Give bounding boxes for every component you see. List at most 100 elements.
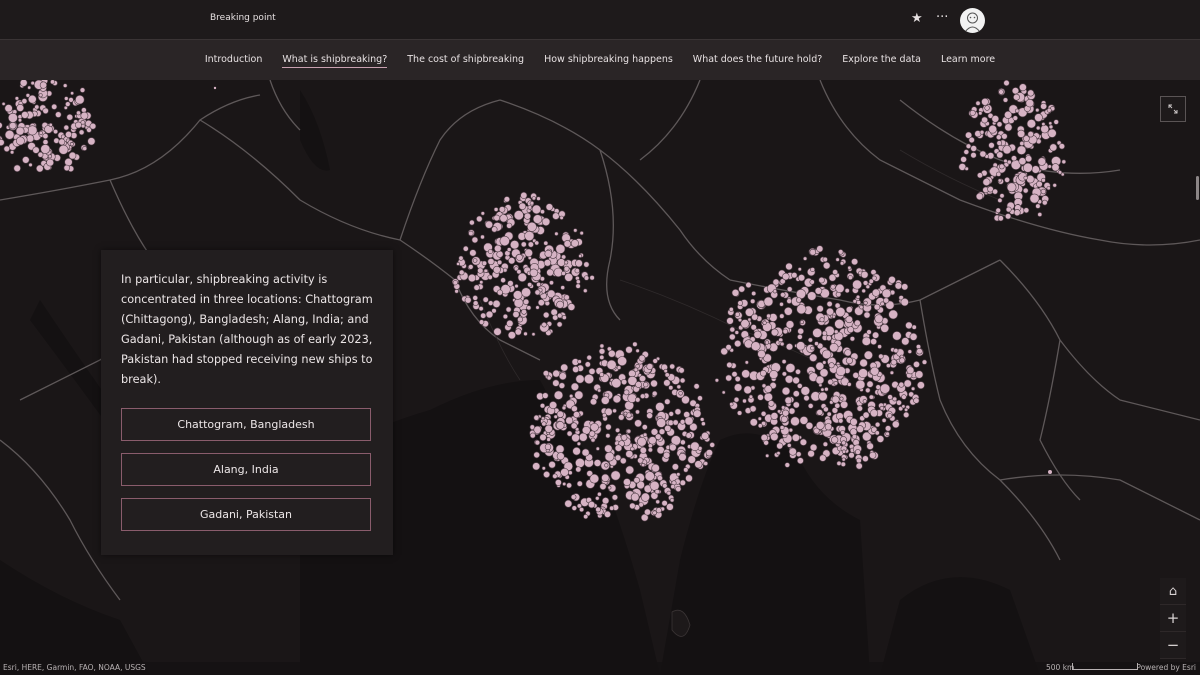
vessel-dot — [883, 297, 890, 304]
vessel-dot — [796, 304, 807, 315]
vessel-dot — [968, 136, 975, 144]
nav-learn-more[interactable]: Learn more — [931, 40, 1005, 80]
section-nav: Introduction What is shipbreaking? The c… — [0, 40, 1200, 80]
vessel-dot — [911, 324, 917, 330]
nav-explore-data[interactable]: Explore the data — [832, 40, 931, 80]
chattogram-button[interactable]: Chattogram, Bangladesh — [121, 408, 371, 441]
alang-button[interactable]: Alang, India — [121, 453, 371, 486]
vessel-dot — [863, 300, 868, 306]
vessel-dot — [680, 439, 686, 446]
vessel-dot — [521, 287, 531, 298]
vessel-dot — [588, 367, 596, 375]
vessel-dot — [693, 409, 702, 418]
vessel-dot — [604, 451, 615, 462]
nav-cost-of-shipbreaking[interactable]: The cost of shipbreaking — [397, 40, 534, 80]
vessel-dot — [1013, 209, 1021, 216]
vessel-dot — [870, 338, 877, 345]
attribution-text[interactable]: Esri, HERE, Garmin, FAO, NOAA, USGS — [3, 663, 146, 672]
vessel-dot — [807, 403, 814, 409]
vessel-dot — [539, 403, 546, 409]
vessel-dot — [819, 368, 829, 378]
vessel-dot — [846, 382, 852, 387]
vessel-dot — [66, 113, 74, 121]
vessel-dot — [617, 356, 627, 366]
vessel-dot — [799, 438, 808, 446]
scrollbar-thumb[interactable] — [1196, 176, 1199, 200]
vessel-dot — [760, 434, 768, 442]
vessel-dot — [541, 416, 545, 421]
vessel-dot — [866, 380, 874, 388]
vessel-dot — [788, 447, 797, 456]
nav-introduction[interactable]: Introduction — [195, 40, 273, 80]
vessel-dot — [80, 123, 86, 129]
vessel-dot — [563, 240, 572, 248]
nav-future[interactable]: What does the future hold? — [683, 40, 832, 80]
vessel-dot — [965, 143, 972, 149]
nav-what-is-shipbreaking[interactable]: What is shipbreaking? — [272, 40, 397, 80]
zoom-out-button[interactable]: − — [1160, 632, 1186, 659]
star-icon[interactable]: ★ — [911, 11, 923, 26]
vessel-dot — [518, 202, 527, 211]
vessel-dot — [58, 144, 69, 155]
vessel-dot — [1048, 124, 1054, 130]
vessel-dot — [560, 285, 566, 290]
vessel-dot — [866, 442, 874, 450]
vessel-dot — [822, 256, 828, 263]
vessel-dot — [802, 256, 808, 261]
vessel-dot — [837, 249, 844, 255]
vessel-dot — [79, 87, 86, 93]
nav-how-shipbreaking-happens[interactable]: How shipbreaking happens — [534, 40, 683, 80]
vessel-dot — [879, 383, 891, 394]
vessel-dot — [549, 280, 554, 286]
vessel-dot — [523, 331, 528, 336]
vessel-dot — [1023, 162, 1033, 173]
vessel-dot — [641, 462, 646, 467]
vessel-dot — [818, 276, 825, 284]
vessel-dot — [3, 145, 11, 153]
vessel-dot — [554, 231, 559, 236]
more-options-icon[interactable]: ··· — [936, 10, 948, 25]
vessel-dot — [885, 431, 890, 436]
vessel-dot — [607, 485, 612, 490]
vessel-dot — [999, 193, 1005, 199]
vessel-dot — [1035, 203, 1041, 209]
fullscreen-button[interactable] — [1160, 96, 1186, 122]
zoom-in-button[interactable]: + — [1160, 605, 1186, 632]
powered-by-esri[interactable]: Powered by Esri — [1136, 663, 1196, 672]
vessel-dot — [875, 384, 881, 390]
vessel-dot — [676, 472, 681, 477]
vessel-dot — [907, 349, 912, 354]
vessel-dot — [590, 437, 596, 443]
vessel-dot — [788, 407, 796, 415]
vessel-dot — [901, 283, 909, 291]
home-button[interactable]: ⌂ — [1160, 578, 1186, 605]
vessel-dot — [1001, 133, 1008, 140]
vessel-dot — [821, 330, 828, 336]
vessel-dot — [454, 289, 459, 294]
vessel-dot — [600, 396, 610, 405]
vessel-dot — [833, 329, 839, 335]
vessel-dot — [586, 354, 592, 361]
vessel-dot — [678, 391, 683, 396]
vessel-dot — [826, 411, 832, 417]
vessel-dot — [731, 288, 740, 297]
vessel-dot — [1023, 175, 1028, 180]
vessel-dot — [873, 303, 881, 311]
avatar[interactable] — [960, 8, 985, 33]
vessel-dot — [583, 261, 590, 268]
vessel-dot — [546, 375, 552, 381]
vessel-dot — [630, 492, 640, 502]
vessel-dot — [1026, 175, 1035, 184]
vessel-dot — [529, 432, 536, 439]
vessel-dot — [635, 364, 640, 369]
vessel-dot — [785, 262, 793, 271]
scale-label: 500 km — [1046, 663, 1075, 672]
vessel-dot — [1041, 177, 1046, 183]
vessel-dot — [546, 437, 551, 442]
vessel-dot — [26, 134, 35, 143]
vessel-dot — [567, 470, 573, 476]
map-view[interactable]: In particular, shipbreaking activity is … — [0, 80, 1200, 675]
gadani-button[interactable]: Gadani, Pakistan — [121, 498, 371, 531]
vessel-dot — [770, 328, 779, 337]
vessel-dot — [17, 118, 22, 123]
